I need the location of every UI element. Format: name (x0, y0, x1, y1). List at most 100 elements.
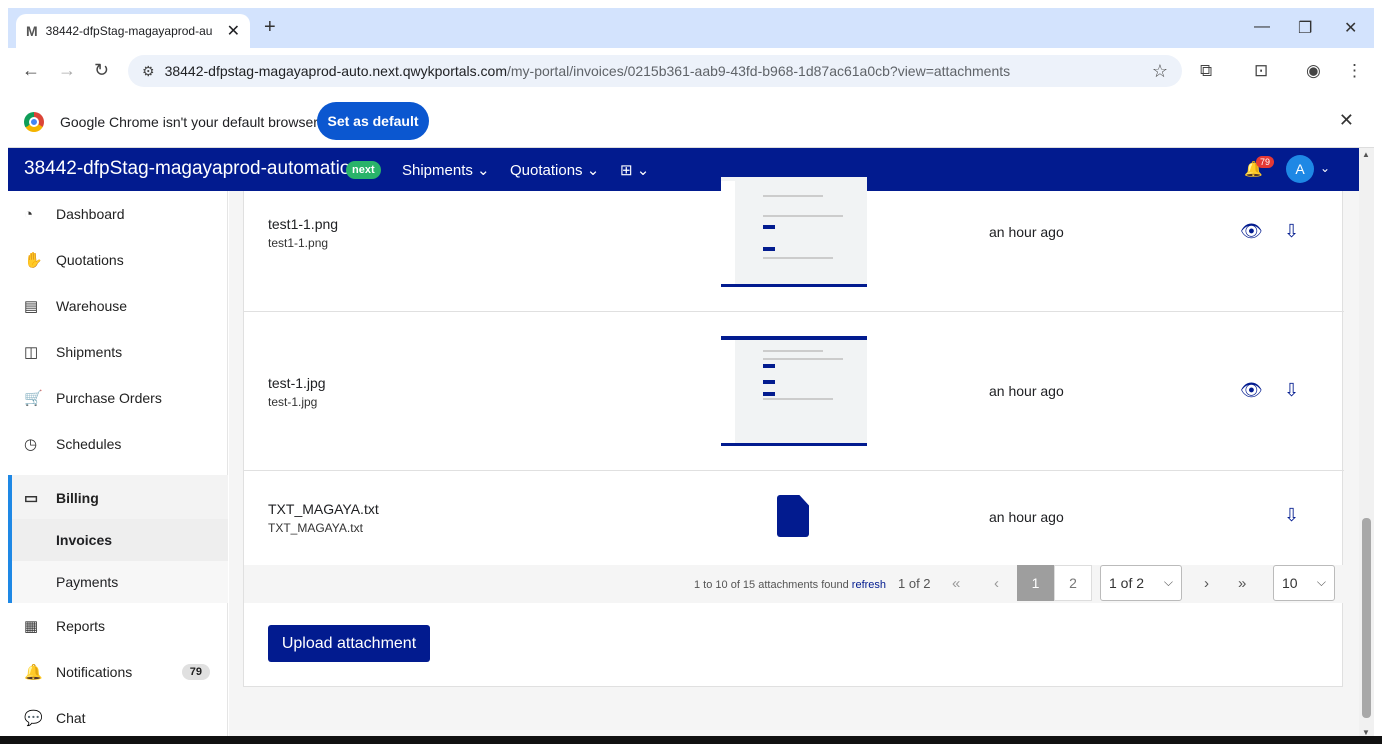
chevron-down-icon: ⌄ (636, 162, 650, 179)
sidebar-item-reports[interactable]: ▦ Reports (8, 603, 228, 649)
chevron-down-icon[interactable]: ⌄ (1320, 161, 1330, 175)
portal-title[interactable]: 38442-dfpStag-magayaprod-automation (24, 158, 361, 180)
tab-search-icon[interactable]: ⊡ (1254, 61, 1268, 81)
restore-icon[interactable]: ❐ (1298, 18, 1312, 38)
thumbnail-line (763, 398, 833, 400)
sidebar-item-label: Quotations (56, 252, 124, 268)
main-content: test1-1.png test1-1.png an hour ago 👁 ⇩ … (229, 177, 1359, 739)
page-2-button[interactable]: 2 (1054, 565, 1092, 601)
back-icon[interactable]: ← (22, 60, 40, 81)
sidebar-item-label: Notifications (56, 664, 133, 680)
close-infobar-icon[interactable]: ✕ (1339, 110, 1354, 131)
minimize-icon[interactable]: — (1254, 18, 1270, 36)
close-window-icon[interactable]: ✕ (1344, 18, 1357, 38)
thumbnail-line (763, 358, 843, 360)
sidebar-item-billing[interactable]: ▭ Billing (8, 475, 228, 521)
attachment-name: TXT_MAGAYA.txt (268, 501, 379, 517)
menu-create[interactable]: ⊞ ⌄ (620, 161, 649, 179)
menu-kebab-icon[interactable]: ⋮ (1346, 61, 1363, 81)
page-select[interactable]: 1 of 2 ⌵ (1100, 565, 1182, 601)
menu-shipments-label: Shipments (402, 162, 473, 179)
menu-quotations[interactable]: Quotations ⌄ (510, 161, 599, 179)
avatar[interactable]: A (1286, 155, 1314, 183)
eye-icon[interactable]: 👁 (1240, 380, 1263, 401)
extensions-icon[interactable]: ⧉ (1200, 61, 1212, 81)
sidebar-item-label: Shipments (56, 344, 123, 360)
attachment-name: test1-1.png (268, 216, 339, 232)
quotations-icon: ✋ (24, 252, 43, 269)
sidebar-item-quotations[interactable]: ✋ Quotations (8, 237, 228, 283)
eye-icon[interactable]: 👁 (1240, 221, 1263, 242)
sidebar-item-notifications[interactable]: 🔔 Notifications 79 (8, 649, 228, 695)
prev-page-icon[interactable]: ‹ (994, 575, 999, 592)
attachment-time: an hour ago (989, 383, 1064, 399)
menu-shipments[interactable]: Shipments ⌄ (402, 161, 490, 179)
attachment-filename: test1-1.png (268, 236, 329, 250)
attachment-thumbnail[interactable] (721, 336, 867, 446)
forward-icon[interactable]: → (58, 60, 76, 81)
scrollbar-thumb[interactable] (1362, 518, 1371, 718)
address-bar[interactable]: ⚙ 38442-dfpstag-magayaprod-auto.next.qwy… (128, 55, 1182, 87)
download-icon[interactable]: ⇩ (1284, 380, 1299, 401)
chevron-down-icon: ⌵ (1316, 575, 1326, 589)
thumbnail-line (763, 195, 823, 197)
bell-icon: 🔔 (24, 664, 43, 681)
download-icon[interactable]: ⇩ (1284, 505, 1299, 526)
bookmark-star-icon[interactable]: ☆ (1152, 61, 1168, 82)
sidebar-item-shipments[interactable]: ◫ Shipments (8, 329, 228, 375)
table-row: test1-1.png test1-1.png an hour ago 👁 ⇩ (244, 177, 1344, 312)
refresh-link[interactable]: refresh (852, 579, 886, 591)
next-page-icon[interactable]: › (1204, 575, 1209, 592)
reports-icon: ▦ (24, 618, 39, 635)
site-info-icon[interactable]: ⚙ (142, 63, 155, 80)
thumbnail-sidebar (721, 340, 735, 443)
sidebar-item-schedules[interactable]: ◷ Schedules (8, 421, 228, 467)
page-of-text: 1 of 2 (898, 576, 931, 591)
page-size-select[interactable]: 10 ⌵ (1273, 565, 1335, 601)
sidebar-item-warehouse[interactable]: ▤ Warehouse (8, 283, 228, 329)
attachment-thumbnail[interactable] (721, 177, 867, 287)
pagination-bar: 1 to 10 of 15 attachments found refresh … (244, 565, 1344, 603)
profile-icon[interactable]: ◉ (1306, 61, 1321, 81)
attachment-filename: TXT_MAGAYA.txt (268, 521, 363, 535)
sidebar-item-label: Dashboard (56, 206, 125, 222)
results-count: 1 to 10 of 15 attachments found refresh (694, 579, 886, 591)
page-size-value: 10 (1282, 575, 1298, 591)
thumbnail-block (763, 247, 775, 251)
plus-square-icon: ⊞ (620, 162, 633, 179)
billing-icon: ▭ (24, 490, 39, 507)
os-taskbar (0, 736, 1382, 744)
page-1-button[interactable]: 1 (1017, 565, 1054, 601)
last-page-icon[interactable]: » (1238, 575, 1246, 592)
reload-icon[interactable]: ↻ (94, 60, 109, 81)
thumbnail-block (763, 380, 775, 384)
chevron-down-icon: ⌄ (477, 162, 490, 179)
thumbnail-line (763, 350, 823, 352)
table-row: test-1.jpg test-1.jpg an hour ago 👁 ⇩ (244, 312, 1344, 471)
sidebar-item-dashboard[interactable]: ◔ Dashboard (8, 191, 228, 237)
browser-toolbar: ← → ↻ ⚙ 38442-dfpstag-magayaprod-auto.ne… (8, 48, 1374, 94)
upload-attachment-button[interactable]: Upload attachment (268, 625, 430, 662)
set-as-default-button[interactable]: Set as default (317, 102, 429, 140)
thumbnail-block (763, 225, 775, 229)
thumbnail-block (763, 364, 775, 368)
scroll-up-icon[interactable]: ▲ (1362, 150, 1370, 159)
notification-count-badge: 79 (1256, 156, 1275, 168)
results-count-text: 1 to 10 of 15 attachments found (694, 579, 849, 591)
close-tab-icon[interactable]: ✕ (227, 21, 240, 41)
chrome-logo-icon (24, 112, 44, 132)
first-page-icon[interactable]: « (952, 575, 960, 592)
page-scrollbar[interactable]: ▲ ▼ (1359, 148, 1374, 739)
sidebar-subitem-invoices[interactable]: Invoices (8, 519, 228, 561)
download-icon[interactable]: ⇩ (1284, 221, 1299, 242)
browser-tab[interactable]: M 38442-dfpStag-magayaprod-au ✕ (16, 14, 250, 48)
clock-icon: ◷ (24, 436, 38, 453)
sidebar-subitem-payments[interactable]: Payments (8, 561, 228, 603)
new-tab-icon[interactable]: + (264, 16, 276, 39)
sidebar-item-label: Billing (56, 490, 99, 506)
sidebar-item-purchase-orders[interactable]: 🛒 Purchase Orders (8, 375, 228, 421)
sidebar-item-chat[interactable]: 💬 Chat (8, 695, 228, 741)
menu-quotations-label: Quotations (510, 162, 583, 179)
next-badge: next (346, 161, 381, 179)
dashboard-icon: ◔ (24, 205, 34, 223)
